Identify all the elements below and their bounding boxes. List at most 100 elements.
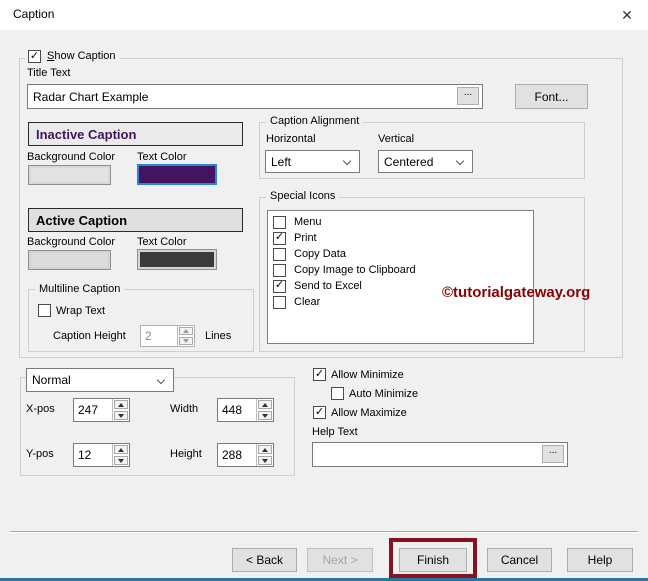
- caption-alignment-label: Caption Alignment: [266, 115, 364, 127]
- dialog-title: Caption: [13, 7, 55, 21]
- vertical-label: Vertical: [378, 133, 415, 145]
- height-spinner[interactable]: 288: [217, 443, 274, 467]
- active-caption-header: Active Caption: [28, 208, 243, 232]
- checkbox-icon[interactable]: [273, 263, 286, 277]
- inactive-caption-header: Inactive Caption: [28, 122, 243, 146]
- spin-down-button[interactable]: [179, 337, 193, 345]
- y-pos-value: 12: [78, 448, 92, 462]
- finish-button[interactable]: Finish: [399, 548, 467, 572]
- allow-minimize-checkbox[interactable]: [313, 368, 326, 381]
- spin-up-button[interactable]: [114, 445, 128, 454]
- footer-divider: [10, 531, 638, 533]
- allow-maximize-checkbox[interactable]: [313, 406, 326, 419]
- spin-down-button[interactable]: [258, 411, 272, 420]
- spin-up-button[interactable]: [114, 400, 128, 409]
- x-pos-value: 247: [78, 403, 99, 417]
- checkbox-icon[interactable]: [273, 247, 286, 261]
- special-icon-item[interactable]: Print: [268, 230, 533, 246]
- help-button[interactable]: Help: [567, 548, 633, 572]
- caption-height-label: Caption Height: [53, 330, 126, 342]
- x-pos-label: X-pos: [26, 403, 55, 415]
- inactive-text-color-swatch[interactable]: [137, 164, 217, 185]
- title-text-input[interactable]: Radar Chart Example ...: [27, 84, 483, 109]
- special-icon-label: Clear: [294, 296, 321, 308]
- spin-down-icon: [118, 458, 124, 463]
- spin-up-icon: [262, 402, 268, 407]
- active-text-color-label: Text Color: [137, 236, 187, 248]
- auto-minimize-label: Auto Minimize: [349, 388, 419, 400]
- close-icon: ✕: [621, 6, 633, 23]
- help-text-browse-button[interactable]: ...: [542, 445, 564, 463]
- chevron-down-icon: [455, 156, 465, 166]
- special-icon-label: Send to Excel: [294, 280, 362, 292]
- spin-up-icon: [183, 329, 189, 333]
- cancel-button[interactable]: Cancel: [487, 548, 552, 572]
- spin-up-button[interactable]: [258, 400, 272, 409]
- active-text-color-swatch[interactable]: [137, 249, 217, 270]
- help-text-label: Help Text: [312, 426, 358, 438]
- special-icon-item[interactable]: Copy Data: [268, 246, 533, 262]
- special-icons-label: Special Icons: [266, 190, 340, 202]
- special-icon-item[interactable]: Send to Excel: [268, 278, 533, 294]
- spin-down-button[interactable]: [114, 456, 128, 465]
- height-value: 288: [222, 448, 243, 462]
- spin-down-icon: [183, 339, 189, 343]
- allow-minimize-label: Allow Minimize: [331, 369, 404, 381]
- wrap-text-label: Wrap Text: [56, 305, 106, 317]
- back-button[interactable]: < Back: [232, 548, 297, 572]
- special-icon-label: Copy Image to Clipboard: [294, 264, 416, 276]
- spin-down-icon: [262, 413, 268, 418]
- special-icon-label: Print: [294, 232, 317, 244]
- special-icon-item[interactable]: Clear: [268, 294, 533, 310]
- lines-label: Lines: [205, 330, 232, 342]
- width-spinner[interactable]: 448: [217, 398, 274, 422]
- special-icon-item[interactable]: Copy Image to Clipboard: [268, 262, 533, 278]
- title-text-browse-button[interactable]: ...: [457, 87, 479, 105]
- spin-down-button[interactable]: [258, 456, 272, 465]
- title-bar: Caption ✕: [0, 0, 648, 30]
- caption-height-spinner[interactable]: 2: [140, 325, 195, 347]
- help-text-input[interactable]: ...: [312, 442, 568, 467]
- y-pos-spinner[interactable]: 12: [73, 443, 130, 467]
- special-icon-item[interactable]: Menu: [268, 214, 533, 230]
- checkbox-icon[interactable]: [273, 215, 286, 229]
- checkbox-icon[interactable]: [273, 231, 286, 245]
- auto-minimize-checkbox[interactable]: [331, 387, 344, 400]
- y-pos-label: Y-pos: [26, 448, 54, 460]
- x-pos-spinner[interactable]: 247: [73, 398, 130, 422]
- vertical-select[interactable]: Centered: [378, 150, 473, 173]
- font-button[interactable]: Font...: [515, 84, 588, 109]
- width-value: 448: [222, 403, 243, 417]
- title-text-value: Radar Chart Example: [33, 89, 149, 104]
- spin-up-icon: [118, 447, 124, 452]
- spin-down-button[interactable]: [114, 411, 128, 420]
- wrap-text-checkbox[interactable]: [38, 304, 51, 317]
- active-bg-color-swatch[interactable]: [28, 250, 111, 270]
- checkbox-icon[interactable]: [273, 295, 286, 309]
- width-label: Width: [170, 403, 199, 415]
- horizontal-value: Left: [271, 154, 292, 169]
- caption-height-value: 2: [145, 329, 152, 343]
- spin-down-icon: [118, 413, 124, 418]
- special-icon-label: Copy Data: [294, 248, 346, 260]
- spin-up-icon: [118, 402, 124, 407]
- close-button[interactable]: ✕: [612, 3, 642, 27]
- title-text-label: Title Text: [27, 67, 71, 79]
- vertical-value: Centered: [384, 154, 434, 169]
- show-caption-row: Show Caption: [25, 50, 120, 63]
- allow-maximize-label: Allow Maximize: [331, 407, 407, 419]
- multiline-caption-label: Multiline Caption: [35, 283, 125, 295]
- caption-mode-select[interactable]: Normal: [26, 368, 174, 392]
- checkbox-icon[interactable]: [273, 279, 286, 293]
- horizontal-select[interactable]: Left: [265, 150, 360, 173]
- special-icon-label: Menu: [294, 216, 322, 228]
- show-caption-checkbox[interactable]: [28, 50, 41, 63]
- inactive-bg-color-swatch[interactable]: [28, 165, 111, 185]
- horizontal-label: Horizontal: [266, 133, 316, 145]
- caption-mode-value: Normal: [32, 373, 71, 387]
- spin-up-button[interactable]: [258, 445, 272, 454]
- special-icons-list[interactable]: Menu Print Copy Data Copy Image to Clipboar…: [267, 210, 534, 344]
- chevron-down-icon: [156, 375, 166, 385]
- spin-down-icon: [262, 458, 268, 463]
- spin-up-button[interactable]: [179, 327, 193, 335]
